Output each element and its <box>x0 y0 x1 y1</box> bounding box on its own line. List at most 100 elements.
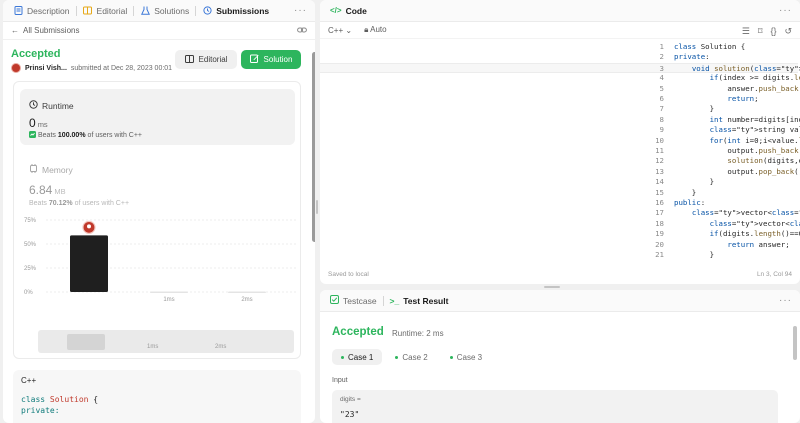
reset-icon[interactable]: ↺ <box>784 26 792 37</box>
test-result-status: Accepted <box>332 326 384 338</box>
runtime-title: Runtime <box>42 100 74 111</box>
editor-actions: ☰ ⌑ {} ↺ <box>742 26 792 37</box>
tab-editorial[interactable]: Editorial <box>79 0 132 22</box>
editor-line: 4 if(index >= digits.length()){ <box>320 73 800 83</box>
y-tick-label: 50% <box>24 242 37 248</box>
runtime-card[interactable]: Runtime 0 ms Beats 100.00% of users with … <box>20 89 295 145</box>
editor-line: 2 private: <box>659 52 710 62</box>
solution-button[interactable]: Solution <box>241 50 301 69</box>
param-value: "23" <box>340 410 360 419</box>
case-tab-2[interactable]: Case 2 <box>386 349 436 365</box>
code-text: } <box>674 187 697 197</box>
more-options-icon[interactable]: ··· <box>779 5 792 16</box>
y-tick-label: 75% <box>24 218 37 224</box>
submitted-code-block: C++ class Solution { private: <box>13 370 301 423</box>
case-label: Case 3 <box>456 352 483 362</box>
code-text: class="ty">string value =mapping[number]… <box>709 125 800 135</box>
code-text: if(index >= digits.length()){ <box>709 73 800 83</box>
submission-status: Accepted <box>11 48 61 60</box>
code-text: } <box>674 250 715 259</box>
pass-dot-icon <box>449 355 453 359</box>
param-name: digits = <box>340 396 361 403</box>
avatar[interactable] <box>11 63 21 73</box>
editorial-button-label: Editorial <box>198 55 228 64</box>
code-line: class Solution { <box>21 395 99 404</box>
code-panel: </> Code ··· C++ ⌄ 🔒︎ Auto ☰ ⌑ {} ↺ 1 cla… <box>320 0 800 284</box>
case-label: Case 1 <box>348 352 374 362</box>
chart-svg: 75% 50% 25% 0% 1ms 2ms <box>24 218 296 303</box>
flask-icon <box>140 6 150 16</box>
checkbox-icon <box>330 295 339 306</box>
book-icon <box>184 54 194 65</box>
runtime-title-row: Runtime <box>29 100 74 111</box>
braces-icon[interactable]: {} <box>770 26 776 37</box>
range-selector[interactable] <box>67 334 105 350</box>
runtime-value-row: 0 ms <box>29 116 48 130</box>
memory-value: 6.84 <box>29 183 53 197</box>
link-icon[interactable] <box>297 26 307 36</box>
editorial-button[interactable]: Editorial <box>175 50 237 69</box>
tab-submissions-label: Submissions <box>216 5 270 16</box>
code-text: public: <box>674 198 706 207</box>
editor-line: 9 class="ty">string value =mapping[numbe… <box>320 125 800 135</box>
code-text: int number=digits[index]-'0'; <box>709 114 800 124</box>
code-text: class="ty">vector<class="ty">string>answ… <box>709 218 800 228</box>
code-editor[interactable]: 1 class Solution {2 private: 3 void solutio… <box>320 42 800 262</box>
test-scrollbar[interactable] <box>793 326 797 360</box>
code-text: private: <box>674 52 710 62</box>
y-tick-label: 25% <box>24 266 37 272</box>
language-select[interactable]: C++ ⌄ <box>328 26 352 35</box>
more-options-icon[interactable]: ··· <box>779 295 792 306</box>
code-tabbar: </> Code ··· <box>320 0 800 22</box>
chart-bar[interactable] <box>70 235 108 292</box>
all-submissions-link[interactable]: ← All Submissions <box>3 22 315 40</box>
input-box: digits = "23" <box>332 390 778 423</box>
code-line: private: <box>21 406 60 415</box>
tab-submissions[interactable]: Submissions <box>198 0 273 22</box>
tab-code[interactable]: </> Code <box>326 0 371 22</box>
submitted-time: submitted at Dec 28, 2023 00:01 <box>70 64 173 72</box>
splitter-handle <box>544 286 560 288</box>
case-tab-1[interactable]: Case 1 <box>332 349 383 365</box>
tab-description[interactable]: Description <box>9 0 74 22</box>
tab-description-label: Description <box>27 5 70 16</box>
editor-line: 16 public: <box>655 198 706 207</box>
editor-line: 7 } <box>659 104 715 114</box>
memory-beats-prefix: Beats <box>29 200 47 207</box>
memory-card[interactable]: Memory 6.84 MB Beats 70.12% of users with… <box>29 164 129 207</box>
memory-title: Memory <box>42 164 73 175</box>
editor-line: 10 for(int i=0;i<value.length();i++){ <box>320 135 800 146</box>
author-name[interactable]: Prinsi Vish... <box>25 65 67 72</box>
memory-beats-row: Beats 70.12% of users with C++ <box>29 200 129 207</box>
terminal-icon: >_ <box>389 295 400 306</box>
chart-bar[interactable] <box>150 291 188 294</box>
bookmark-icon[interactable]: ⌑ <box>758 26 763 37</box>
editor-line: 15 } <box>655 187 697 197</box>
chip-icon <box>29 164 38 175</box>
case-tab-3[interactable]: Case 3 <box>441 349 491 365</box>
editor-toolbar: C++ ⌄ 🔒︎ Auto <box>320 22 800 39</box>
code-text: for(int i=0;i<value.length();i++){ <box>709 135 800 145</box>
editor-line: 1 class Solution { <box>659 42 746 51</box>
tab-test-result[interactable]: >_ Test Result <box>386 290 453 312</box>
x-tick-label: 2ms <box>241 297 252 303</box>
code-tab-label: Code <box>345 5 367 16</box>
more-options-icon[interactable]: ··· <box>294 5 307 16</box>
autocomplete-mode[interactable]: 🔒︎ Auto <box>364 25 387 35</box>
code-text: output.push_back(value[i]); <box>674 146 800 155</box>
tab-testcase[interactable]: Testcase <box>326 290 381 312</box>
code-text: return; <box>727 94 759 103</box>
editor-line: 12 solution(digits,output,index + 1,answ… <box>320 156 800 166</box>
runtime-unit: ms <box>37 120 48 129</box>
language-label: C++ <box>328 25 344 35</box>
chart-bar[interactable] <box>228 291 266 294</box>
splitter-handle <box>316 200 318 214</box>
editor-line: 20 return answer; <box>655 239 790 249</box>
test-tabbar: Testcase >_ Test Result ··· <box>320 290 800 312</box>
chevron-down-icon: ⌄ <box>345 25 353 35</box>
format-icon[interactable]: ☰ <box>742 26 750 37</box>
tab-solutions[interactable]: Solutions <box>136 0 193 22</box>
chart-range-overview[interactable]: 1ms 2ms <box>38 330 294 353</box>
edit-icon <box>249 54 259 65</box>
tab-editorial-label: Editorial <box>96 5 128 16</box>
